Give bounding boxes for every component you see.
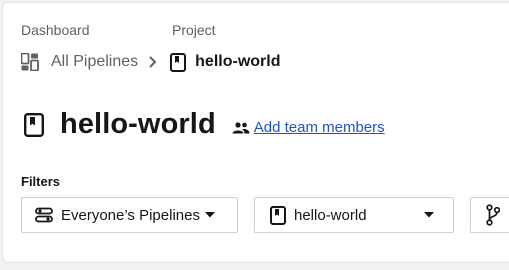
- pipelines-filter-dropdown[interactable]: Everyone’s Pipelines: [21, 197, 238, 233]
- breadcrumb: All Pipelines hello-world: [21, 50, 280, 74]
- caret-down-icon: [424, 212, 434, 218]
- page-title: hello-world: [60, 108, 216, 140]
- filters-label: Filters: [21, 174, 61, 189]
- project-book-icon: [24, 112, 44, 137]
- pipelines-filter-value: Everyone’s Pipelines: [61, 206, 200, 224]
- chevron-right-icon: [147, 55, 159, 69]
- add-team-members-label: Add team members: [253, 119, 385, 136]
- branch-filter-dropdown[interactable]: [470, 197, 509, 233]
- people-icon: [232, 121, 250, 134]
- breadcrumb-project-label: Project: [172, 22, 216, 38]
- caret-down-icon: [204, 212, 215, 218]
- branch-icon: [486, 204, 500, 226]
- add-team-members-link[interactable]: Add team members: [232, 119, 385, 136]
- dashboard-grid-icon: [21, 53, 39, 71]
- project-filter-dropdown[interactable]: hello-world: [254, 197, 454, 233]
- page-header: hello-world Add team members: [24, 108, 385, 141]
- project-book-icon: [170, 52, 187, 72]
- project-book-icon: [270, 205, 286, 225]
- pipelines-panel: Dashboard Project All Pipelines hello-wo…: [2, 2, 509, 263]
- breadcrumb-dashboard-label: Dashboard: [21, 22, 90, 38]
- breadcrumb-project-link[interactable]: hello-world: [195, 53, 280, 71]
- breadcrumb-all-pipelines-link[interactable]: All Pipelines: [51, 53, 138, 71]
- project-filter-value: hello-world: [294, 206, 367, 224]
- filter-toggle-icon: [35, 207, 53, 223]
